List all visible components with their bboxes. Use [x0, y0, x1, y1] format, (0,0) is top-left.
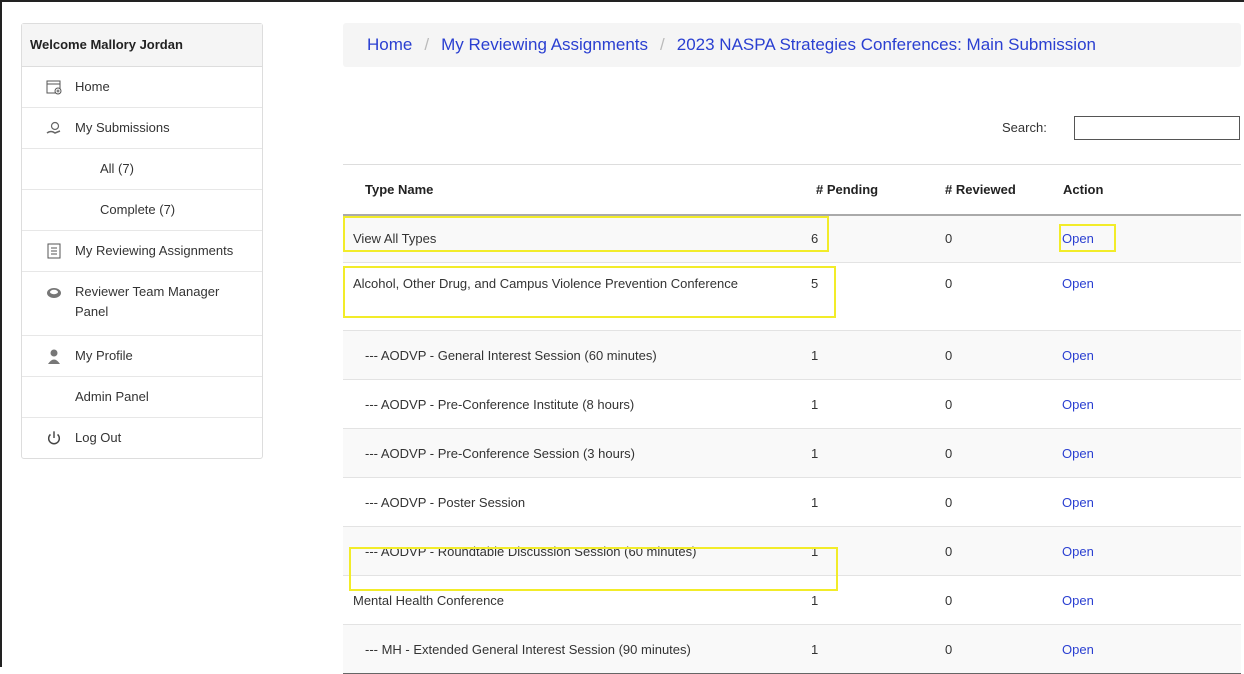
breadcrumb-separator: /: [660, 35, 665, 54]
sidebar-item-all[interactable]: All (7): [22, 149, 262, 190]
assignments-icon: [46, 243, 62, 259]
reviewed-cell: 0: [923, 215, 1040, 263]
reviewed-cell: 0: [923, 477, 1040, 527]
profile-icon: [46, 348, 62, 364]
breadcrumb-assignments-link[interactable]: My Reviewing Assignments: [441, 35, 648, 54]
open-link[interactable]: Open: [1062, 348, 1094, 363]
action-cell: Open: [1040, 215, 1241, 263]
action-cell: Open: [1040, 428, 1241, 478]
table-header-row: Type Name # Pending # Reviewed Action: [343, 164, 1241, 216]
sidebar-item-label: All (7): [100, 161, 134, 176]
type-name-cell: --- AODVP - Pre-Conference Institute (8 …: [343, 379, 789, 429]
pending-cell: 1: [789, 624, 923, 674]
open-link[interactable]: Open: [1062, 495, 1094, 510]
submissions-icon: [46, 120, 62, 136]
open-link[interactable]: Open: [1062, 397, 1094, 412]
pending-cell: 6: [789, 215, 923, 263]
reviewed-cell: 0: [923, 575, 1040, 625]
table-row: --- AODVP - Roundtable Discussion Sessio…: [343, 526, 1241, 576]
welcome-heading: Welcome Mallory Jordan: [22, 24, 262, 67]
pending-cell: 5: [789, 262, 923, 331]
sidebar-item-label: Complete (7): [100, 202, 176, 217]
breadcrumb-home-link[interactable]: Home: [343, 35, 412, 54]
sidebar-panel: Welcome Mallory Jordan Home My Submissio…: [21, 23, 263, 459]
sidebar-item-my-reviewing-assignments[interactable]: My Reviewing Assignments: [22, 231, 262, 272]
type-name-cell: Mental Health Conference: [343, 575, 789, 625]
types-table: Type Name # Pending # Reviewed Action Vi…: [343, 164, 1241, 674]
action-cell: Open: [1040, 379, 1241, 429]
type-name-cell: --- AODVP - General Interest Session (60…: [343, 330, 789, 380]
search-input[interactable]: [1074, 116, 1240, 140]
team-manager-icon: [46, 284, 62, 300]
sidebar-item-label: Admin Panel: [75, 389, 149, 404]
pending-cell: 1: [789, 428, 923, 478]
open-link[interactable]: Open: [1062, 642, 1094, 657]
home-icon: [46, 79, 62, 95]
column-header-type-name[interactable]: Type Name: [343, 164, 789, 216]
sidebar-item-log-out[interactable]: Log Out: [22, 418, 262, 458]
type-name-cell: --- AODVP - Pre-Conference Session (3 ho…: [343, 428, 789, 478]
table-row: Mental Health Conference 1 0 Open: [343, 575, 1241, 625]
sidebar-item-reviewer-team-manager[interactable]: Reviewer Team Manager Panel: [22, 272, 262, 336]
action-cell: Open: [1040, 575, 1241, 625]
action-cell: Open: [1040, 477, 1241, 527]
open-link[interactable]: Open: [1062, 446, 1094, 461]
type-name-cell: View All Types: [343, 215, 789, 263]
table-row: View All Types 6 0 Open: [343, 215, 1241, 263]
table-row: --- AODVP - Pre-Conference Session (3 ho…: [343, 428, 1241, 478]
reviewed-cell: 0: [923, 262, 1040, 331]
column-header-action[interactable]: Action: [1040, 164, 1241, 216]
reviewed-cell: 0: [923, 330, 1040, 380]
reviewed-cell: 0: [923, 526, 1040, 576]
action-cell: Open: [1040, 526, 1241, 576]
type-name-cell: --- AODVP - Roundtable Discussion Sessio…: [343, 526, 789, 576]
type-name-cell: --- AODVP - Poster Session: [343, 477, 789, 527]
reviewed-cell: 0: [923, 624, 1040, 674]
column-header-pending[interactable]: # Pending: [789, 164, 923, 216]
action-cell: Open: [1040, 262, 1241, 331]
search-label: Search:: [1002, 120, 1047, 135]
open-link[interactable]: Open: [1062, 544, 1094, 559]
sidebar-item-home[interactable]: Home: [22, 67, 262, 108]
sidebar-item-admin-panel[interactable]: Admin Panel: [22, 377, 262, 418]
open-link[interactable]: Open: [1062, 231, 1094, 246]
table-row: --- MH - Extended General Interest Sessi…: [343, 624, 1241, 674]
pending-cell: 1: [789, 575, 923, 625]
sidebar-item-my-submissions[interactable]: My Submissions: [22, 108, 262, 149]
reviewed-cell: 0: [923, 428, 1040, 478]
pending-cell: 1: [789, 477, 923, 527]
open-link[interactable]: Open: [1062, 276, 1094, 291]
table-row: --- AODVP - General Interest Session (60…: [343, 330, 1241, 380]
type-name-cell: Alcohol, Other Drug, and Campus Violence…: [343, 262, 789, 331]
open-link[interactable]: Open: [1062, 593, 1094, 608]
type-name-cell: --- MH - Extended General Interest Sessi…: [343, 624, 789, 674]
pending-cell: 1: [789, 330, 923, 380]
pending-cell: 1: [789, 526, 923, 576]
sidebar-item-my-profile[interactable]: My Profile: [22, 336, 262, 377]
breadcrumb: Home / My Reviewing Assignments / 2023 NASPA…: [343, 23, 1241, 67]
breadcrumb-separator: /: [424, 35, 430, 54]
column-header-reviewed[interactable]: # Reviewed: [923, 164, 1040, 216]
table-row: --- AODVP - Pre-Conference Institute (8 …: [343, 379, 1241, 429]
table-row: --- AODVP - Poster Session 1 0 Open: [343, 477, 1241, 527]
reviewed-cell: 0: [923, 379, 1040, 429]
pending-cell: 1: [789, 379, 923, 429]
breadcrumb-current: 2023 NASPA Strategies Conferences: Main …: [676, 35, 1096, 54]
power-icon: [46, 430, 62, 446]
sidebar-item-complete[interactable]: Complete (7): [22, 190, 262, 231]
table-row: Alcohol, Other Drug, and Campus Violence…: [343, 262, 1241, 331]
action-cell: Open: [1040, 624, 1241, 674]
action-cell: Open: [1040, 330, 1241, 380]
sidebar-item-label: Reviewer Team Manager Panel: [75, 284, 220, 319]
